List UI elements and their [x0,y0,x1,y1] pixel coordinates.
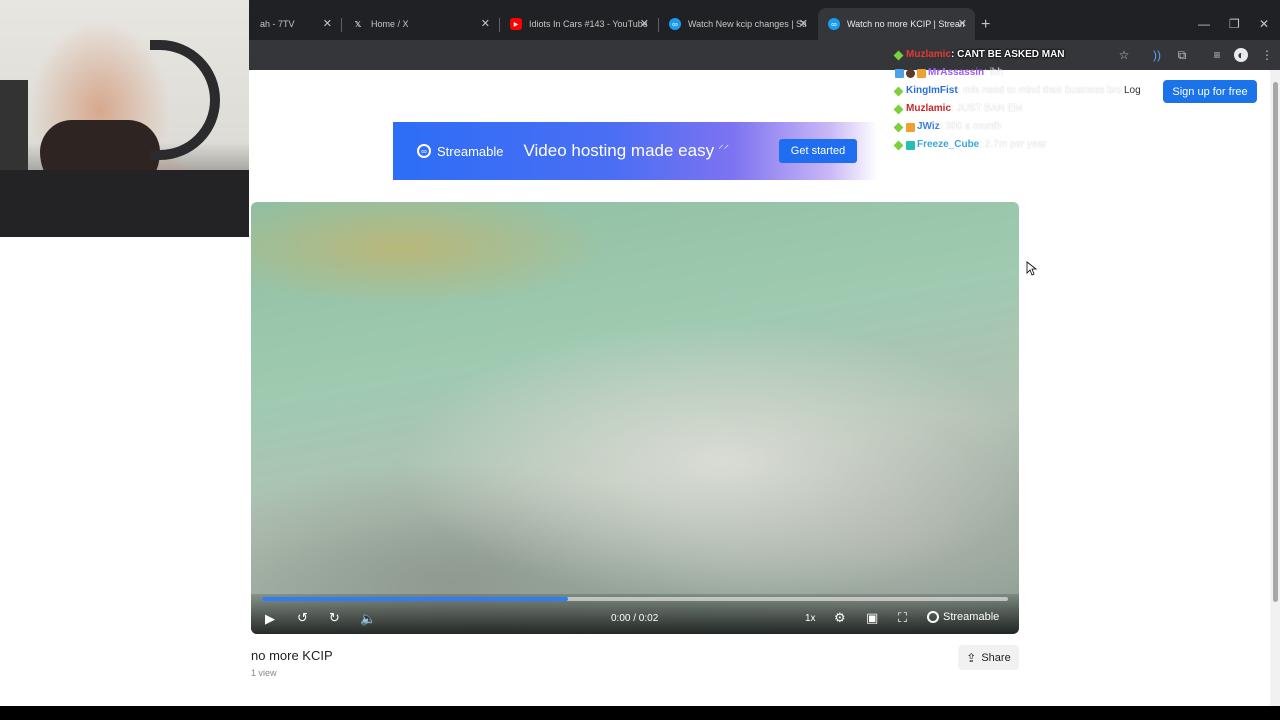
tab-title: Watch New kcip changes | Strea [688,19,806,29]
chat-username: Freeze_Cube [917,139,980,150]
ad-logo: ∞ Streamable [417,144,503,159]
chat-badges [893,140,917,150]
chat-message: : 2.7m per year [979,139,1047,150]
ad-brand: Streamable [437,143,504,159]
sparkle-icon: ⸝⸝ [718,138,730,151]
volume-icon[interactable]: 🔈 [360,612,376,626]
bottom-black-bar [0,706,1280,720]
webcam-overlay [0,0,249,237]
close-tab-icon[interactable]: ✕ [958,17,967,30]
media-controls-icon[interactable]: ≡ [1210,48,1224,62]
webcam-person-body [0,170,249,237]
profile-avatar-icon[interactable]: ◐ [1234,48,1248,62]
menu-kebab-icon[interactable]: ⋮ [1260,48,1274,62]
chat-badge-icon [893,140,904,150]
tab-streamable-kcip-changes[interactable]: ∞ Watch New kcip changes | Strea ✕ [659,8,816,40]
chat-badge-icon [893,50,904,60]
rewind-icon[interactable]: ↺ [297,611,308,625]
close-tab-icon[interactable]: ✕ [640,17,649,30]
chat-line: Muzlamic : JUST BAN EM [893,100,1135,118]
tab-title: Watch no more KCIP | Streamab [847,19,965,29]
scrollbar-thumb[interactable] [1273,82,1278,602]
settings-gear-icon[interactable]: ⚙ [834,611,846,625]
tab-x-home[interactable]: 𝕏 Home / X ✕ [342,8,498,40]
chat-username: MrAssassin [928,67,985,78]
play-icon[interactable]: ▶ [265,612,275,626]
close-tab-icon[interactable]: ✕ [323,17,332,30]
ad-headline: Video hosting made easy [523,141,715,160]
x-logo-icon: 𝕏 [354,19,362,29]
progress-bar[interactable] [262,597,1008,601]
chat-line: JWiz : 300 a month [893,118,1135,136]
minimize-button[interactable]: — [1198,18,1210,30]
forward-icon[interactable]: ↻ [329,611,340,625]
chat-message: : CANT BE ASKED MAN [951,49,1065,60]
chat-badges [893,104,906,114]
stream-chat-overlay: Muzlamic : CANT BE ASKED MAN MrAssassin … [893,46,1135,154]
chat-line: Freeze_Cube : 2.7m per year [893,136,1135,154]
close-window-button[interactable]: ✕ [1259,18,1269,30]
page-scrollbar[interactable] [1270,70,1280,706]
view-count: 1 view [251,668,277,678]
share-icon: ⇪ [966,650,977,665]
share-button[interactable]: ⇪ Share [958,645,1019,670]
extension-audio-icon[interactable]: )) [1150,48,1164,62]
chat-line: Muzlamic : CANT BE ASKED MAN [893,46,1135,64]
chat-line: KingImFist : mfs need to mind their busi… [893,82,1135,100]
share-label: Share [981,651,1011,664]
chat-badge-icon [906,68,915,78]
screen: ah - 7TV ✕ 𝕏 Home / X ✕ ▶ Idiots In Cars… [0,0,1280,720]
chat-badges [893,122,917,132]
chat-badge-icon [917,68,926,78]
video-time: 0:00 / 0:02 [611,613,659,624]
player-brand[interactable]: Streamable [927,611,999,623]
restore-button[interactable]: ❐ [1229,18,1240,30]
progress-fill [262,597,568,601]
chat-username: KingImFist [906,85,958,96]
streamable-logo-icon [927,611,939,623]
chat-badge-icon [893,104,904,114]
chat-username: Muzlamic [906,49,952,60]
chat-badge-icon [906,140,915,150]
close-tab-icon[interactable]: ✕ [799,17,808,30]
tab-title: ah - 7TV [260,19,295,29]
player-brand-label: Streamable [943,611,1000,623]
close-tab-icon[interactable]: ✕ [481,17,490,30]
webcam-headphones [150,40,220,160]
chat-username: Muzlamic [906,103,952,114]
chat-badges [893,50,906,60]
chat-badge-icon [906,122,915,132]
tab-streamable-no-more-kcip[interactable]: ∞ Watch no more KCIP | Streamab ✕ [818,8,975,40]
chat-badge-icon [893,122,904,132]
chat-badge-icon [893,86,904,96]
streamable-logo-icon: ∞ [417,144,431,158]
streamable-icon: ∞ [669,18,681,30]
chat-badge-icon [895,68,904,78]
mouse-cursor-icon [1026,261,1038,276]
streamable-ad-banner[interactable]: ∞ Streamable Video hosting made easy ⸝⸝ … [393,122,878,180]
chat-message: : mfs need to mind their business bro [957,85,1122,96]
extensions-puzzle-icon[interactable]: ⧉ [1175,48,1189,62]
tab-title: Home / X [371,19,409,29]
new-tab-button[interactable]: + [981,17,990,33]
chat-badges [895,68,928,78]
chat-badges [893,86,906,96]
youtube-icon: ▶ [510,18,522,30]
tab-7tv[interactable]: ah - 7TV ✕ [250,8,340,40]
chat-message: : JUST BAN EM [951,103,1023,114]
chat-username: JWiz [917,121,940,132]
video-title: no more KCIP [251,648,333,663]
get-started-button[interactable]: Get started [779,139,857,163]
playback-speed-button[interactable]: 1x [805,613,816,624]
video-player[interactable]: ▶ ↺ ↻ 🔈 0:00 / 0:02 1x ⚙ ▣ ⛶ Streamable [251,202,1019,634]
fullscreen-icon[interactable]: ⛶ [898,611,907,625]
tab-youtube[interactable]: ▶ Idiots In Cars #143 - YouTube ✕ [500,8,657,40]
chat-message: : ibh [984,67,1004,78]
picture-in-picture-icon[interactable]: ▣ [866,611,878,625]
sign-up-button[interactable]: Sign up for free [1163,80,1257,103]
tab-title: Idiots In Cars #143 - YouTube [529,19,647,29]
chat-line: MrAssassin : ibh [895,64,1135,82]
streamable-icon: ∞ [828,18,840,30]
chat-message: : 300 a month [939,121,1001,132]
